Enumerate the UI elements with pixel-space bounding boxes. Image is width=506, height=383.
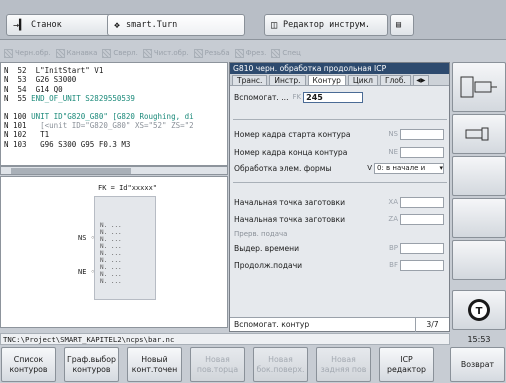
tab-trans[interactable]: Транс. [232,75,268,85]
ne-input[interactable] [400,146,444,158]
form-element-select[interactable]: 0: в начале и ▾ [374,162,444,174]
t-circle-icon: T [468,299,490,321]
empty-softkey-2[interactable] [452,198,506,238]
lathe-view-softkey[interactable] [452,62,506,112]
tool-insert-icon [465,127,489,141]
empty-softkey-3[interactable] [452,240,506,280]
menu-groove: Канавка [55,46,97,60]
hatch-icon [142,48,152,58]
tab-tool[interactable]: Инстр. [269,75,306,85]
dropdown-arrow-icon: ▾ [439,164,443,172]
dialog-title: G810 черн. обработка продольная ICP [230,63,449,74]
bp-row: Выдер. времени BP [230,241,449,255]
back-button[interactable]: Возврат [450,347,505,382]
menu-finish: Чист.обр. [142,46,189,60]
svg-text:T: T [476,306,483,317]
bf-input[interactable] [400,259,444,271]
tab-contour[interactable]: Контур [307,75,346,85]
code-line: N 54 G14 Q0 [4,84,63,94]
menu-mill: Фрез. [234,46,266,60]
bf-row: Продолж.подачи BF [230,258,449,272]
cycle-menu-strip: Черн.обр. Канавка Сверл. Чист.обр. Резьб… [0,46,452,60]
contour-list-button[interactable]: Список контуров [1,347,56,382]
hatch-icon [234,48,244,58]
tab-cycle[interactable]: Цикл [347,75,378,85]
menu-thread: Резьба [193,46,230,60]
ns-marker: NS ◦ [78,234,95,242]
ns-input[interactable] [400,128,444,140]
tab-global[interactable]: Глоб. [379,75,411,85]
divider [233,119,447,120]
za-input[interactable] [400,213,444,225]
menu-roughing: Черн.обр. [4,46,51,60]
aux-label: Вспомогат. ... [234,92,289,102]
ns-row: Номер кадра старта контура NS [230,127,449,141]
tab-machine-label: Станок [31,20,62,30]
hatch-icon [102,48,112,58]
status-text: Вспомогат. контур [234,320,310,329]
interrupt-feed-group: Прерв. подача [234,230,288,238]
program-path: TNC:\Project\SMART_KAPITEL2\ncps\bar.nc [0,333,450,345]
menu-drill: Сверл. [102,46,138,60]
aux-contour-row: Вспомогат. ... FK 245 [230,90,449,104]
new-turning-contour-button[interactable]: Новый конт.точен [127,347,182,382]
hatch-icon [193,48,203,58]
new-lateral-button[interactable]: Новая бок.поверх. [253,347,308,382]
diamond-arrows-icon: ❖ [114,19,121,31]
document-icon: ▤ [396,20,402,30]
hatch-icon [4,48,13,58]
teachin-softkey[interactable]: T [452,290,506,330]
code-line: N 100 UNIT ID"G820_G80" [G820 Roughing, … [4,111,194,121]
code-line: N 55 END_OF_UNIT S2829550539 [4,94,135,104]
new-rear-face-button[interactable]: Новая задняя пов [316,347,371,382]
tab-machine[interactable]: →▍ Станок [6,14,122,36]
cycle-dialog: G810 черн. обработка продольная ICP Тран… [229,62,450,332]
za-row: Начальная точка заготовки ZA [230,212,449,226]
dialog-tabs: Транс. Инстр. Контур Цикл Глоб. ◀▶ [230,74,449,86]
menu-special: Спец [271,46,301,60]
code-line: N 103 G96 S300 G95 F0.3 M3 [4,139,131,149]
bp-input[interactable] [400,242,444,254]
new-face-button[interactable]: Новая пов.торца [190,347,245,382]
empty-softkey-1[interactable] [452,156,506,196]
hatch-icon [271,48,281,58]
code-line: N 53 G26 S3000 [4,75,77,85]
tab-document[interactable]: ▤ [390,14,414,36]
ne-marker: NE ◦ [78,268,95,276]
arrow-right-icon: →▍ [13,19,26,31]
lathe-icon [460,76,497,98]
tab-smart-turn[interactable]: ❖ smart.Turn [107,14,245,36]
program-listing[interactable]: N 52 L"InitStart" V1 N 53 G26 S3000 N 54… [0,62,228,166]
tab-smart-turn-label: smart.Turn [126,20,178,30]
divider [233,182,447,183]
dialog-status-bar: Вспомогат. контур 3/7 [230,317,449,332]
scrollbar-thumb[interactable] [11,168,131,174]
ne-row: Номер кадра конца контура NE [230,145,449,159]
tab-tool-editor-label: Редактор инструм. [283,20,371,30]
top-tab-bar: →▍ Станок ❖ smart.Turn ◫ Редактор инстру… [0,0,506,40]
code-line: N 102 T1 [4,130,50,140]
form-element-row: Обработка элем. формы V 0: в начале и ▾ [234,162,444,174]
tool-softkey[interactable] [452,114,506,154]
code-line: N 52 L"InitStart" V1 [4,66,104,75]
contour-lines: N. ... N. ... N. ... N. ... N. ... N. ... N.… [100,222,122,285]
aux-contour-input[interactable]: 245 [303,91,364,103]
page-indicator: 3/7 [415,317,449,332]
clock: 15:53 [467,335,491,344]
fk-label: FK = Id"xxxxx" [98,184,158,192]
program-horizontal-scrollbar[interactable] [0,166,228,175]
graphic-contour-select-button[interactable]: Граф.выбор контуров [64,347,119,382]
code-line: N 101 [<unit ID="G820_G80" XS="52" ZS="2 [4,121,194,131]
xa-row: Начальная точка заготовки XA [230,195,449,209]
hatch-icon [55,48,65,58]
tabs-scroll-icon[interactable]: ◀▶ [412,75,429,85]
xa-input[interactable] [400,196,444,208]
tab-tool-editor[interactable]: ◫ Редактор инструм. [264,14,388,36]
icp-editor-button[interactable]: ICP редактор [379,347,434,382]
tool-editor-icon: ◫ [271,19,278,31]
